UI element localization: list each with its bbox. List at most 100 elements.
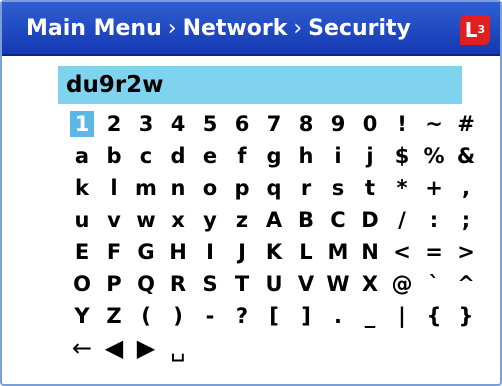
keyboard-key[interactable]: G (130, 236, 162, 268)
keyboard-key[interactable]: Q (130, 268, 162, 300)
keyboard-key[interactable]: g (258, 140, 290, 172)
keyboard-key[interactable]: X (354, 268, 386, 300)
keyboard-key[interactable]: @ (386, 268, 418, 300)
keyboard-key[interactable]: % (418, 140, 450, 172)
keyboard-key[interactable]: - (194, 300, 226, 332)
keyboard-key[interactable]: ` (418, 268, 450, 300)
keyboard-key[interactable]: < (386, 236, 418, 268)
keyboard-key[interactable]: { (418, 300, 450, 332)
keyboard-key[interactable]: 7 (258, 108, 290, 140)
keyboard-key[interactable]: & (450, 140, 482, 172)
keyboard-key[interactable]: + (418, 172, 450, 204)
keyboard-key[interactable]: j (354, 140, 386, 172)
space-key[interactable]: ␣ (162, 332, 194, 364)
keyboard-key[interactable]: k (66, 172, 98, 204)
keyboard-key[interactable]: e (194, 140, 226, 172)
keyboard-key[interactable]: D (354, 204, 386, 236)
keyboard-key[interactable]: K (258, 236, 290, 268)
keyboard-key[interactable]: F (98, 236, 130, 268)
keyboard-key[interactable]: [ (258, 300, 290, 332)
keyboard-key[interactable]: z (226, 204, 258, 236)
keyboard-key[interactable]: U (258, 268, 290, 300)
keyboard-key[interactable]: t (354, 172, 386, 204)
keyboard-key[interactable]: d (162, 140, 194, 172)
keyboard-key[interactable]: B (290, 204, 322, 236)
breadcrumb-network[interactable]: Network (183, 16, 288, 41)
keyboard-key[interactable]: L (290, 236, 322, 268)
keyboard-key[interactable]: C (322, 204, 354, 236)
keyboard-key[interactable]: 1 (70, 111, 94, 137)
keyboard-key[interactable]: J (226, 236, 258, 268)
keyboard-key[interactable]: ! (386, 108, 418, 140)
keyboard-key[interactable]: Y (66, 300, 98, 332)
keyboard-key[interactable]: V (290, 268, 322, 300)
keyboard-key[interactable]: 2 (98, 108, 130, 140)
keyboard-key[interactable]: > (450, 236, 482, 268)
keyboard-key[interactable]: p (226, 172, 258, 204)
keyboard-key[interactable]: n (162, 172, 194, 204)
keyboard-key[interactable]: A (258, 204, 290, 236)
keyboard-key[interactable]: ( (130, 300, 162, 332)
keyboard-key[interactable]: ? (226, 300, 258, 332)
keyboard-key[interactable]: i (322, 140, 354, 172)
keyboard-key[interactable]: l (98, 172, 130, 204)
keyboard-key[interactable]: . (322, 300, 354, 332)
keyboard-key[interactable]: o (194, 172, 226, 204)
keyboard-key[interactable]: W (322, 268, 354, 300)
keyboard-key[interactable]: 8 (290, 108, 322, 140)
keyboard-key[interactable]: x (162, 204, 194, 236)
keyboard-key[interactable]: c (130, 140, 162, 172)
keyboard-key[interactable]: 5 (194, 108, 226, 140)
keyboard-key[interactable]: ] (290, 300, 322, 332)
keyboard-key[interactable]: 4 (162, 108, 194, 140)
keyboard-key[interactable]: | (386, 300, 418, 332)
keyboard-key[interactable]: H (162, 236, 194, 268)
keyboard-key[interactable]: = (418, 236, 450, 268)
keyboard-key[interactable]: ) (162, 300, 194, 332)
keyboard-key[interactable]: 3 (130, 108, 162, 140)
keyboard-key[interactable]: $ (386, 140, 418, 172)
keyboard-key[interactable]: , (450, 172, 482, 204)
keyboard-key[interactable]: / (386, 204, 418, 236)
keyboard-key[interactable]: N (354, 236, 386, 268)
keyboard-key[interactable]: T (226, 268, 258, 300)
keyboard-key[interactable]: 6 (226, 108, 258, 140)
keyboard-key[interactable]: # (450, 108, 482, 140)
keyboard-key[interactable]: a (66, 140, 98, 172)
keyboard-key[interactable]: f (226, 140, 258, 172)
keyboard-key[interactable]: ^ (450, 268, 482, 300)
keyboard-key[interactable]: * (386, 172, 418, 204)
keyboard-key[interactable]: S (194, 268, 226, 300)
keyboard-key[interactable]: : (418, 204, 450, 236)
keyboard-key[interactable]: Z (98, 300, 130, 332)
cursor-right-key[interactable]: ▶ (130, 332, 162, 364)
keyboard-key[interactable]: y (194, 204, 226, 236)
keyboard-key[interactable]: h (290, 140, 322, 172)
keyboard-key[interactable]: E (66, 236, 98, 268)
keyboard-key[interactable]: r (290, 172, 322, 204)
keyboard-key[interactable]: v (98, 204, 130, 236)
keyboard-key[interactable]: m (130, 172, 162, 204)
keyboard-key[interactable]: ~ (418, 108, 450, 140)
password-input[interactable]: du9r2w (58, 66, 462, 104)
keyboard-key[interactable]: 0 (354, 108, 386, 140)
keyboard-key[interactable]: b (98, 140, 130, 172)
keyboard-key[interactable]: I (194, 236, 226, 268)
keyboard-key[interactable]: u (66, 204, 98, 236)
keyboard-key[interactable]: _ (354, 300, 386, 332)
keyboard-key[interactable]: w (130, 204, 162, 236)
keyboard-key[interactable]: ; (450, 204, 482, 236)
keyboard-key[interactable]: O (66, 268, 98, 300)
backspace-key[interactable]: ← (66, 332, 98, 364)
keyboard-key[interactable]: M (322, 236, 354, 268)
keyboard-key[interactable]: P (98, 268, 130, 300)
breadcrumb-separator: › (167, 16, 177, 41)
keyboard-key[interactable]: } (450, 300, 482, 332)
keyboard-key[interactable]: R (162, 268, 194, 300)
keyboard-key[interactable]: q (258, 172, 290, 204)
cursor-left-key[interactable]: ◀ (98, 332, 130, 364)
breadcrumb-main-menu[interactable]: Main Menu (26, 16, 162, 41)
breadcrumb-separator: › (293, 16, 303, 41)
keyboard-key[interactable]: 9 (322, 108, 354, 140)
keyboard-key[interactable]: s (322, 172, 354, 204)
